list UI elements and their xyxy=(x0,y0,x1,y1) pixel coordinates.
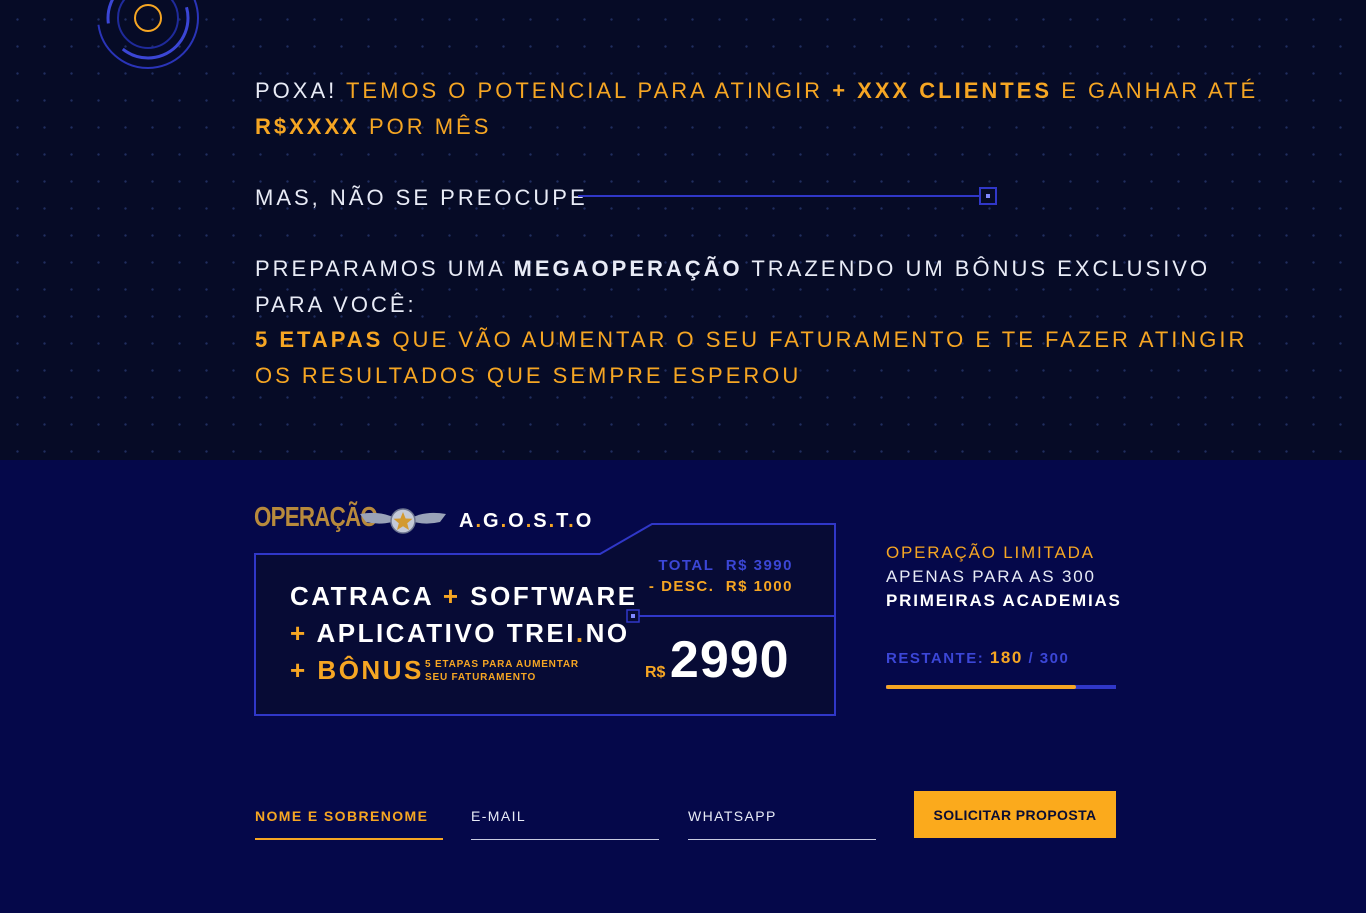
hero-text: TRAZENDO UM BÔNUS EXCLUSIVO xyxy=(742,256,1211,281)
currency-symbol: R$ xyxy=(645,664,666,681)
hero-line-1: POXA! TEMOS O POTENCIAL PARA ATINGIR + X… xyxy=(255,73,1258,109)
product-line-3: + BÔNUS xyxy=(290,655,424,686)
hero-line-4: PREPARAMOS UMA MEGAOPERAÇÃO TRAZENDO UM … xyxy=(255,251,1210,287)
hero-highlight: MEGAOPERAÇÃO xyxy=(513,256,743,281)
hero-text: POXA! xyxy=(255,78,346,103)
email-input[interactable] xyxy=(471,806,659,826)
hero-line-6: 5 ETAPAS QUE VÃO AUMENTAR O SEU FATURAME… xyxy=(255,322,1247,358)
plus-sign: + xyxy=(442,581,461,611)
product-text: NO xyxy=(585,618,630,648)
total-label: TOTAL xyxy=(658,557,715,574)
divider-square-icon xyxy=(979,187,997,205)
remaining-counter: RESTANTE: 180 / 300 xyxy=(886,648,1069,668)
limited-subtitle: APENAS PARA AS 300 xyxy=(886,567,1096,586)
price-value: 2990 xyxy=(669,631,790,689)
bonus-text: BÔNUS xyxy=(307,655,424,685)
hero-text: PREPARAMOS UMA xyxy=(255,256,514,281)
remaining-progress-bar xyxy=(886,685,1116,689)
product-text: APLICATIVO TREI xyxy=(307,618,576,648)
hero-text: TEMOS O POTENCIAL PARA ATINGIR xyxy=(345,78,833,103)
bonus-description: 5 ETAPAS PARA AUMENTAR SEU FATURAMENTO xyxy=(425,659,579,683)
product-line-2: + APLICATIVO TREI.NO xyxy=(290,618,630,649)
hero-line-3: MAS, NÃO SE PREOCUPE xyxy=(255,185,588,210)
remaining-total: / 300 xyxy=(1028,650,1070,667)
final-price: R$ 2990 xyxy=(645,630,790,690)
name-input[interactable] xyxy=(255,806,443,826)
target-rings-icon xyxy=(97,0,199,69)
divider-line xyxy=(578,195,980,197)
whatsapp-field[interactable] xyxy=(688,806,876,840)
price-breakdown: TOTAL R$ 3990 - DESC. R$ 1000 xyxy=(649,555,793,597)
hero-line-2: R$XXXX POR MÊS xyxy=(255,109,491,145)
plus-sign: + xyxy=(290,655,308,685)
total-value: R$ 3990 xyxy=(725,557,793,574)
hero-line-7: OS RESULTADOS QUE SEMPRE ESPEROU xyxy=(255,363,802,388)
discount-label: - DESC. xyxy=(648,578,715,595)
product-line-1: CATRACA + SOFTWARE xyxy=(290,581,638,612)
hero-text: POR MÊS xyxy=(359,114,492,139)
hero-line-5: PARA VOCÊ: xyxy=(255,292,417,317)
hero-highlight: + XXX CLIENTES xyxy=(832,78,1053,103)
product-text: SOFTWARE xyxy=(460,581,638,611)
hero-text: QUE VÃO AUMENTAR O SEU FATURAMENTO E TE … xyxy=(383,327,1248,352)
remaining-count: 180 xyxy=(989,648,1023,667)
plus-sign: + xyxy=(290,618,308,648)
name-field[interactable] xyxy=(255,806,443,840)
discount-value: R$ 1000 xyxy=(725,578,793,595)
hero-highlight: R$XXXX xyxy=(255,114,360,139)
brand-dot: . xyxy=(575,618,586,648)
email-field[interactable] xyxy=(471,806,659,840)
hero-text: E GANHAR ATÉ xyxy=(1052,78,1259,103)
limited-highlight: PRIMEIRAS ACADEMIAS xyxy=(886,591,1122,610)
product-text: CATRACA xyxy=(290,581,443,611)
limited-title: OPERAÇÃO LIMITADA xyxy=(886,543,1095,562)
whatsapp-input[interactable] xyxy=(688,806,876,826)
remaining-label: RESTANTE: xyxy=(886,650,985,667)
remaining-progress-fill xyxy=(886,685,1077,689)
submit-proposal-button[interactable]: SOLICITAR PROPOSTA xyxy=(914,791,1116,838)
hero-highlight: 5 ETAPAS xyxy=(255,327,384,352)
